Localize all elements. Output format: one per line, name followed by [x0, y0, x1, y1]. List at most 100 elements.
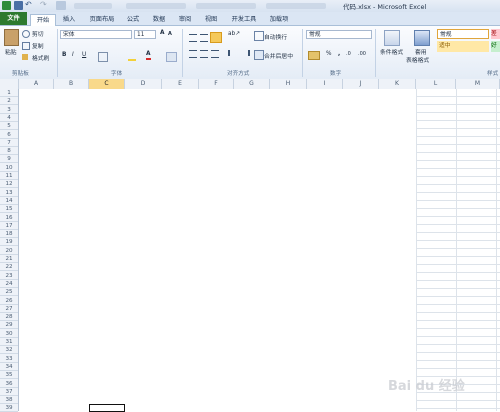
- decrease-decimal-icon[interactable]: .00: [358, 51, 366, 57]
- column-header[interactable]: J: [343, 79, 379, 89]
- phonetic-icon[interactable]: [166, 52, 177, 62]
- redo-icon[interactable]: ↷: [40, 1, 48, 10]
- italic-icon[interactable]: I: [72, 52, 74, 58]
- row-header[interactable]: 20: [0, 247, 18, 255]
- row-header[interactable]: 25: [0, 288, 18, 297]
- column-header-selected[interactable]: C: [89, 79, 125, 89]
- row-header[interactable]: 14: [0, 197, 18, 205]
- row-header[interactable]: 7: [0, 139, 18, 147]
- font-color-icon[interactable]: A: [146, 51, 151, 60]
- fill-color-icon[interactable]: [128, 53, 136, 61]
- row-header[interactable]: 8: [0, 147, 18, 156]
- row-header[interactable]: 29: [0, 321, 18, 330]
- underline-icon[interactable]: U: [82, 52, 86, 58]
- save-icon[interactable]: [14, 1, 23, 10]
- style-bad[interactable]: 差: [491, 29, 500, 39]
- column-header[interactable]: A: [19, 79, 54, 89]
- quick-access-icon[interactable]: [56, 1, 66, 10]
- align-bottom-icon[interactable]: [210, 32, 222, 43]
- tab-formulas[interactable]: 公式: [124, 14, 142, 25]
- orientation-icon[interactable]: ab↗: [228, 31, 240, 37]
- tab-home[interactable]: 开始: [30, 14, 56, 26]
- row-header[interactable]: 9: [0, 155, 18, 164]
- tab-data[interactable]: 数据: [150, 14, 168, 25]
- copy-button[interactable]: 复制: [32, 41, 44, 50]
- row-header[interactable]: 38: [0, 396, 18, 405]
- row-header[interactable]: 24: [0, 280, 18, 288]
- font-name-select[interactable]: 宋体: [60, 30, 132, 39]
- row-header[interactable]: 4: [0, 114, 18, 122]
- row-header[interactable]: 32: [0, 346, 18, 355]
- style-neutral[interactable]: 适中: [437, 41, 489, 52]
- paste-icon[interactable]: [4, 29, 19, 46]
- tab-page-layout[interactable]: 页面布局: [86, 14, 118, 25]
- number-format-select[interactable]: 常规: [306, 30, 372, 39]
- bold-icon[interactable]: B: [62, 52, 66, 58]
- format-painter-button[interactable]: 格式刷: [32, 53, 49, 62]
- row-header[interactable]: 28: [0, 313, 18, 322]
- row-header[interactable]: 18: [0, 230, 18, 239]
- tab-review[interactable]: 审阅: [176, 14, 194, 25]
- row-header[interactable]: 23: [0, 272, 18, 280]
- row-header[interactable]: 27: [0, 305, 18, 313]
- tab-addins[interactable]: 加载项: [266, 14, 292, 25]
- row-header[interactable]: 19: [0, 238, 18, 247]
- align-left-icon[interactable]: [189, 50, 197, 58]
- comma-style-icon[interactable]: ,: [338, 51, 340, 57]
- increase-indent-icon[interactable]: [240, 50, 250, 56]
- grow-font-icon[interactable]: A: [160, 30, 165, 36]
- currency-icon[interactable]: [308, 51, 320, 60]
- tab-developer[interactable]: 开发工具: [228, 14, 260, 25]
- column-header[interactable]: L: [416, 79, 456, 89]
- row-header[interactable]: 33: [0, 355, 18, 363]
- tab-file[interactable]: 文件: [0, 12, 27, 25]
- row-header[interactable]: 21: [0, 255, 18, 263]
- row-header[interactable]: 34: [0, 363, 18, 371]
- column-header[interactable]: F: [199, 79, 234, 89]
- align-middle-icon[interactable]: [200, 34, 208, 42]
- row-header[interactable]: 6: [0, 131, 18, 139]
- tab-view[interactable]: 视图: [202, 14, 220, 25]
- row-header[interactable]: 26: [0, 297, 18, 305]
- row-header[interactable]: 37: [0, 388, 18, 396]
- tab-insert[interactable]: 插入: [60, 14, 78, 25]
- increase-decimal-icon[interactable]: .0: [346, 51, 351, 57]
- row-header[interactable]: 12: [0, 180, 18, 189]
- row-header[interactable]: 16: [0, 214, 18, 222]
- row-header[interactable]: 22: [0, 263, 18, 272]
- row-header[interactable]: 3: [0, 106, 18, 114]
- row-header[interactable]: 36: [0, 380, 18, 388]
- row-header[interactable]: 35: [0, 371, 18, 380]
- column-header[interactable]: B: [54, 79, 89, 89]
- row-header[interactable]: 5: [0, 122, 18, 131]
- row-header[interactable]: 1: [0, 89, 18, 97]
- row-header[interactable]: 30: [0, 330, 18, 338]
- column-header[interactable]: M: [456, 79, 500, 89]
- style-good[interactable]: 好: [491, 41, 500, 52]
- format-as-table-label[interactable]: 表格格式: [406, 55, 429, 64]
- cut-button[interactable]: 剪切: [32, 29, 44, 38]
- column-header[interactable]: I: [307, 79, 343, 89]
- row-header[interactable]: 10: [0, 164, 18, 172]
- shrink-font-icon[interactable]: A: [168, 31, 172, 37]
- column-header[interactable]: E: [162, 79, 199, 89]
- column-header[interactable]: H: [270, 79, 307, 89]
- style-normal[interactable]: 常规: [437, 29, 489, 39]
- merge-center-button[interactable]: 合并后居中: [264, 51, 293, 60]
- column-header[interactable]: G: [234, 79, 270, 89]
- decrease-indent-icon[interactable]: [228, 50, 238, 56]
- row-header[interactable]: 15: [0, 205, 18, 214]
- row-header[interactable]: 2: [0, 97, 18, 106]
- align-center-icon[interactable]: [200, 50, 208, 58]
- align-right-icon[interactable]: [211, 50, 219, 58]
- row-header[interactable]: 11: [0, 172, 18, 180]
- percent-icon[interactable]: %: [326, 51, 332, 57]
- row-header[interactable]: 13: [0, 189, 18, 197]
- conditional-format-button[interactable]: 条件格式: [380, 47, 403, 56]
- paste-button[interactable]: 粘贴: [5, 47, 17, 56]
- font-size-select[interactable]: 11: [134, 30, 156, 39]
- borders-icon[interactable]: [98, 52, 108, 62]
- column-header[interactable]: K: [379, 79, 416, 89]
- undo-icon[interactable]: ↶: [25, 1, 33, 10]
- row-header[interactable]: 17: [0, 222, 18, 230]
